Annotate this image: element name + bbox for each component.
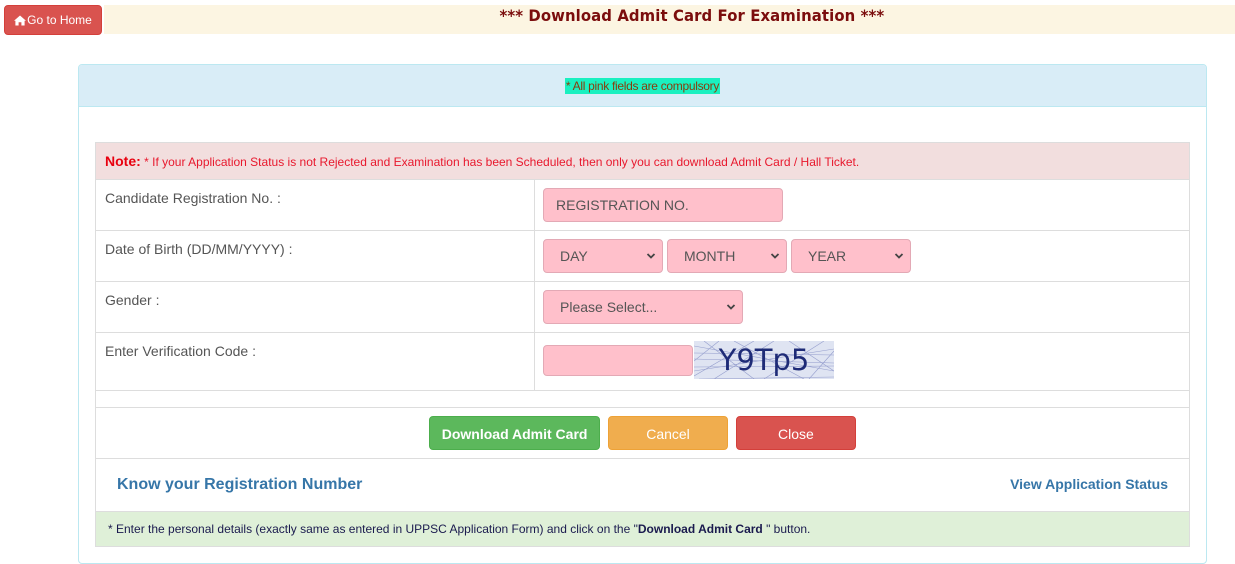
note-row: Note: * If your Application Status is no… xyxy=(95,142,1190,180)
know-registration-number-link[interactable]: Know your Registration Number xyxy=(117,476,362,493)
instruction-prefix: * Enter the personal details (exactly sa… xyxy=(108,522,638,536)
admit-card-form: Note: * If your Application Status is no… xyxy=(95,142,1190,547)
registration-placeholder: REGISTRATION NO. xyxy=(556,197,689,213)
note-cell: Note: * If your Application Status is no… xyxy=(95,142,1190,180)
spacer-row xyxy=(95,390,1190,408)
chevron-down-icon xyxy=(646,253,656,259)
note-text: * If your Application Status is not Reje… xyxy=(140,155,860,169)
note-label: Note: xyxy=(105,153,141,169)
chevron-down-icon xyxy=(894,253,904,259)
gender-label: Gender : xyxy=(95,281,535,333)
cancel-button[interactable]: Cancel xyxy=(608,416,728,450)
verification-row: Enter Verification Code : Y9Tp5 xyxy=(95,332,1190,391)
verification-code-input[interactable] xyxy=(543,345,693,376)
view-application-status-link[interactable]: View Application Status xyxy=(1010,476,1168,492)
instruction-suffix: " button. xyxy=(762,522,811,536)
verification-label: Enter Verification Code : xyxy=(95,332,535,391)
month-selected: MONTH xyxy=(684,248,736,264)
day-selected: DAY xyxy=(560,248,588,264)
year-selected: YEAR xyxy=(808,248,847,264)
dob-row: Date of Birth (DD/MM/YYYY) : DAY MONTH Y… xyxy=(95,230,1190,282)
registration-label: Candidate Registration No. : xyxy=(95,179,535,231)
gender-select[interactable]: Please Select... xyxy=(543,290,743,324)
year-select[interactable]: YEAR xyxy=(791,239,911,273)
go-to-home-label: Go to Home xyxy=(27,13,92,27)
chevron-down-icon xyxy=(726,304,736,310)
registration-input[interactable]: REGISTRATION NO. xyxy=(543,188,783,222)
captcha-image: Y9Tp5 xyxy=(694,341,834,379)
verification-field-cell: Y9Tp5 xyxy=(534,332,1190,391)
dob-field-cell: DAY MONTH YEAR xyxy=(534,230,1190,282)
captcha-text: Y9Tp5 xyxy=(718,343,810,377)
registration-field-cell: REGISTRATION NO. xyxy=(534,179,1190,231)
instruction-cell: * Enter the personal details (exactly sa… xyxy=(95,511,1190,547)
chevron-down-icon xyxy=(770,253,780,259)
link-row: Know your Registration Number View Appli… xyxy=(95,458,1190,512)
month-select[interactable]: MONTH xyxy=(667,239,787,273)
close-button[interactable]: Close xyxy=(735,416,856,450)
instruction-row: * Enter the personal details (exactly sa… xyxy=(95,511,1190,547)
compulsory-notice: * All pink fields are compulsory xyxy=(564,77,721,94)
dob-label: Date of Birth (DD/MM/YYYY) : xyxy=(95,230,535,282)
instruction-bold: Download Admit Card xyxy=(637,522,763,536)
button-cell: Download Admit Card Cancel Close xyxy=(95,407,1190,459)
home-icon xyxy=(14,15,27,25)
day-select[interactable]: DAY xyxy=(543,239,663,273)
go-to-home-button[interactable]: Go to Home xyxy=(4,5,102,35)
registration-row: Candidate Registration No. : REGISTRATIO… xyxy=(95,179,1190,231)
gender-row: Gender : Please Select... xyxy=(95,281,1190,333)
download-admit-card-button[interactable]: Download Admit Card xyxy=(429,416,601,450)
button-row: Download Admit Card Cancel Close xyxy=(95,407,1190,459)
gender-selected: Please Select... xyxy=(560,299,658,315)
panel-heading: * All pink fields are compulsory xyxy=(79,65,1206,107)
gender-field-cell: Please Select... xyxy=(534,281,1190,333)
link-cell: Know your Registration Number View Appli… xyxy=(95,458,1190,512)
page-title: *** Download Admit Card For Examination … xyxy=(499,6,885,25)
